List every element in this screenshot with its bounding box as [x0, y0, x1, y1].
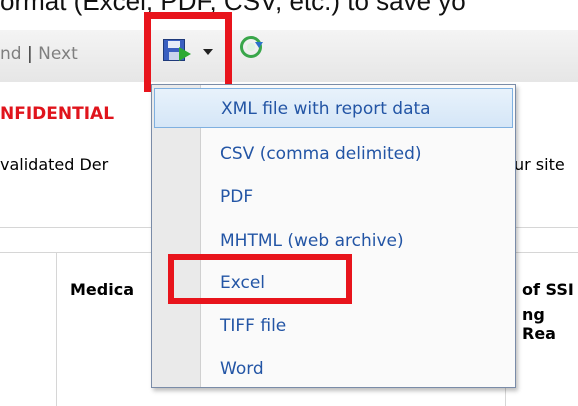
menu-item-csv[interactable]: CSV (comma delimited)	[200, 134, 515, 174]
site-text: ur site	[514, 155, 565, 174]
confidential-label: NFIDENTIAL	[0, 104, 115, 124]
menu-item-word[interactable]: Word	[200, 349, 515, 389]
instruction-caption: ormat (Excel, PDF, CSV, etc.) to save yo	[0, 0, 466, 16]
refresh-icon[interactable]	[240, 36, 263, 58]
column-header-medica: Medica	[70, 280, 134, 299]
chevron-down-icon[interactable]	[203, 49, 213, 55]
menu-item-xml[interactable]: XML file with report data	[154, 88, 513, 128]
export-format-menu: XML file with report data CSV (comma del…	[151, 84, 516, 388]
next-link[interactable]: Next	[38, 44, 78, 64]
find-link[interactable]: nd	[0, 44, 22, 64]
menu-item-tiff[interactable]: TIFF file	[200, 306, 515, 346]
menu-icon-gutter	[152, 85, 201, 387]
export-arrow-icon	[179, 47, 191, 61]
report-toolbar	[0, 30, 578, 82]
excel-highlight-box	[168, 254, 352, 304]
validated-text: validated Der	[0, 155, 109, 174]
column-header-ssi-line2: ng Rea	[522, 305, 556, 343]
export-save-button[interactable]	[144, 12, 232, 92]
menu-item-pdf[interactable]: PDF	[200, 177, 515, 217]
table-column-divider	[56, 252, 57, 406]
find-next-controls: nd | Next	[0, 44, 78, 64]
toolbar-separator: |	[26, 44, 33, 64]
column-header-ssi: of SSI	[522, 280, 574, 299]
